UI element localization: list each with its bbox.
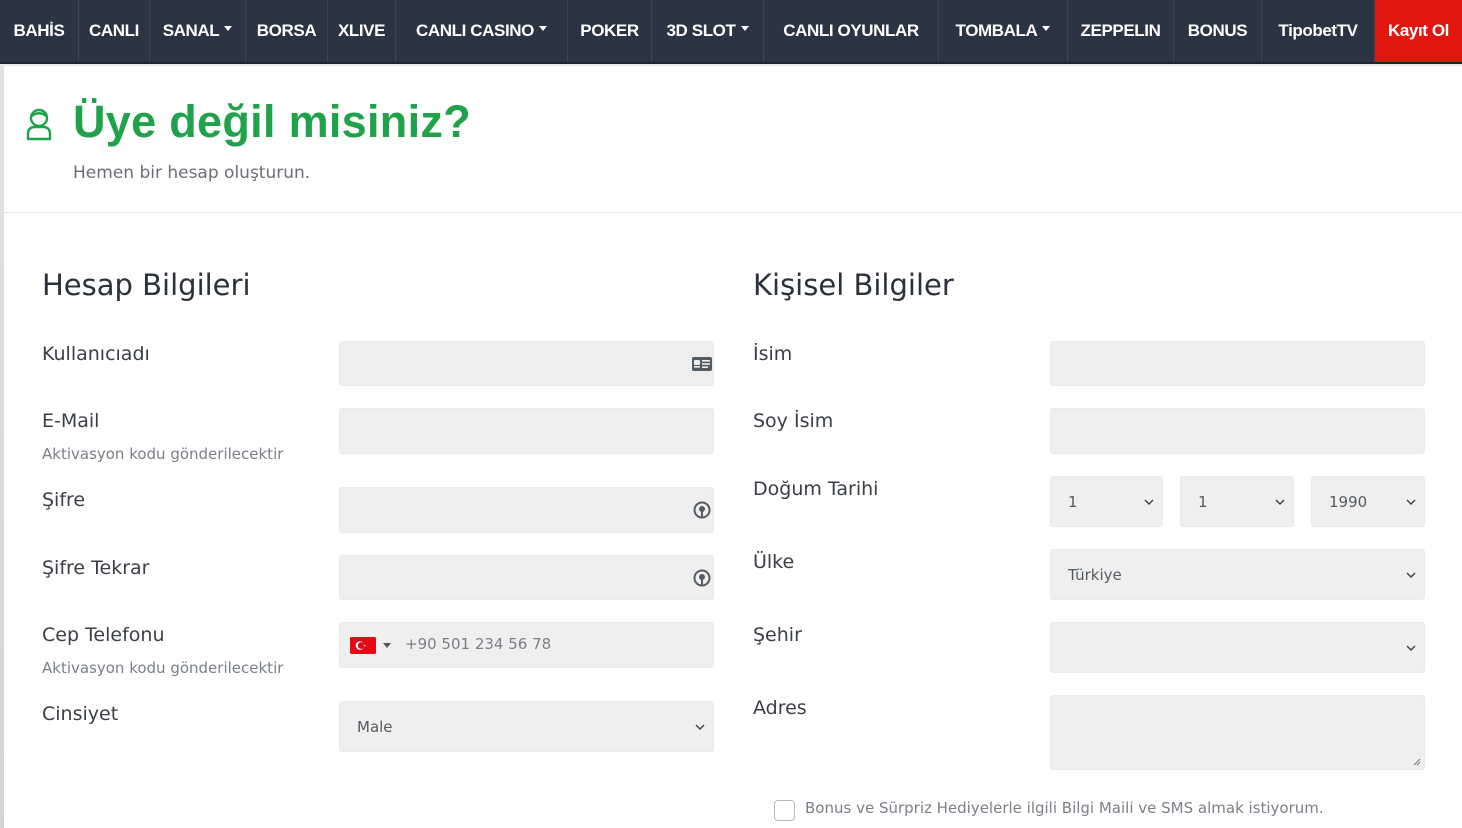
birthdate-label: Doğum Tarihi (753, 478, 879, 500)
nav-item-label: XLIVE (337, 21, 386, 40)
first-name-input[interactable] (1050, 341, 1425, 386)
register-button[interactable]: Kayıt Ol (1375, 0, 1462, 62)
nav-item-label: BAHİS (13, 21, 65, 40)
phone-label: Cep Telefonu (42, 624, 165, 646)
caret-down-icon (740, 25, 749, 31)
caret-down-icon (224, 25, 233, 31)
password-repeat-input[interactable] (339, 555, 714, 600)
user-icon (26, 108, 52, 141)
nav-item-tipobettv[interactable]: TipobetTV (1262, 0, 1375, 62)
country-label: Ülke (753, 551, 795, 573)
consent-checkbox[interactable] (774, 800, 795, 821)
nav-item-label: CANLI (89, 21, 139, 40)
nav-item-canli[interactable]: CANLI (79, 0, 150, 62)
nav-item-bonus[interactable]: BONUS (1174, 0, 1262, 62)
gender-select[interactable]: Male (339, 701, 714, 752)
nav-item-label: 3D SLOT (666, 21, 736, 40)
phone-placeholder: +90 501 234 56 78 (405, 635, 552, 653)
nav-item-borsa[interactable]: BORSA (246, 0, 328, 62)
last-name-label: Soy İsim (753, 410, 834, 432)
password-input[interactable] (339, 487, 714, 533)
caret-down-icon[interactable] (383, 643, 391, 648)
nav-item-sanal[interactable]: SANAL (150, 0, 246, 62)
account-section-title: Hesap Bilgileri (42, 268, 251, 302)
username-label: Kullanıcıadı (42, 343, 150, 365)
phone-input[interactable]: +90 501 234 56 78 (339, 622, 714, 668)
nav-item-label: ZEPPELIN (1080, 21, 1161, 40)
birth-month-select[interactable]: 1 (1180, 476, 1294, 527)
chevron-down-icon (1406, 644, 1416, 651)
birth-day-value: 1 (1068, 492, 1078, 511)
caret-down-icon (538, 25, 547, 31)
registration-card: Üye değil misiniz? Hemen bir hesap oluşt… (4, 66, 1462, 828)
consent-label: Bonus ve Sürpriz Hediyelerle ilgili Bilg… (805, 799, 1324, 817)
nav-item-label: TipobetTV (1278, 21, 1358, 40)
chevron-down-icon (695, 723, 705, 730)
first-name-label: İsim (753, 343, 793, 365)
birth-day-select[interactable]: 1 (1050, 476, 1163, 527)
personal-section-title: Kişisel Bilgiler (753, 268, 954, 302)
nav-item-label: CANLI OYUNLAR (783, 21, 919, 40)
email-label: E-Mail (42, 410, 100, 432)
nav-item-xlive[interactable]: XLIVE (328, 0, 396, 62)
register-label: Kayıt Ol (1387, 21, 1450, 40)
email-input[interactable] (339, 408, 714, 454)
fingerprint-icon[interactable] (693, 569, 711, 587)
nav-item-tombala[interactable]: TOMBALA (939, 0, 1068, 62)
nav-item-zeppelin[interactable]: ZEPPELIN (1068, 0, 1174, 62)
nav-item-3d-slot[interactable]: 3D SLOT (652, 0, 764, 62)
nav-item-label: CANLI CASINO (416, 21, 534, 40)
country-select[interactable]: Türkiye (1050, 549, 1425, 600)
country-value: Türkiye (1068, 565, 1122, 584)
nav-item-label: BORSA (256, 21, 317, 40)
address-label: Adres (753, 697, 807, 719)
top-navbar: BAHİS CANLI SANAL BORSA XLIVE CANLI CASI… (0, 0, 1462, 64)
chevron-down-icon (1406, 571, 1416, 578)
id-card-icon (692, 356, 712, 371)
nav-item-canli-casino[interactable]: CANLI CASINO (396, 0, 568, 62)
fingerprint-icon[interactable] (693, 501, 711, 519)
chevron-down-icon (1406, 498, 1416, 505)
nav-item-bahis[interactable]: BAHİS (0, 0, 79, 62)
city-label: Şehir (753, 624, 802, 646)
nav-item-canli-oyunlar[interactable]: CANLI OYUNLAR (764, 0, 939, 62)
nav-item-label: POKER (580, 21, 639, 40)
email-help: Aktivasyon kodu gönderilecektir (42, 445, 284, 463)
nav-item-label: SANAL (162, 21, 220, 40)
turkey-flag-icon[interactable] (350, 637, 376, 654)
city-select[interactable] (1050, 622, 1425, 673)
resize-grip-icon[interactable] (1413, 758, 1421, 766)
chevron-down-icon (1275, 498, 1285, 505)
page-title: Üye değil misiniz? (73, 96, 471, 147)
address-textarea[interactable] (1050, 695, 1425, 770)
password-repeat-label: Şifre Tekrar (42, 557, 150, 579)
password-label: Şifre (42, 489, 86, 511)
birth-month-value: 1 (1198, 492, 1208, 511)
birth-year-select[interactable]: 1990 (1311, 476, 1425, 527)
username-input[interactable] (339, 341, 714, 386)
gender-value: Male (357, 717, 393, 736)
birth-year-value: 1990 (1329, 492, 1368, 511)
page-subtitle: Hemen bir hesap oluşturun. (73, 163, 311, 183)
nav-item-label: TOMBALA (955, 21, 1038, 40)
caret-down-icon (1042, 25, 1051, 31)
page-header: Üye değil misiniz? Hemen bir hesap oluşt… (4, 66, 1462, 213)
last-name-input[interactable] (1050, 408, 1425, 454)
nav-item-label: BONUS (1187, 21, 1248, 40)
gender-label: Cinsiyet (42, 703, 119, 725)
chevron-down-icon (1144, 498, 1154, 505)
nav-item-poker[interactable]: POKER (568, 0, 652, 62)
phone-help: Aktivasyon kodu gönderilecektir (42, 659, 284, 677)
